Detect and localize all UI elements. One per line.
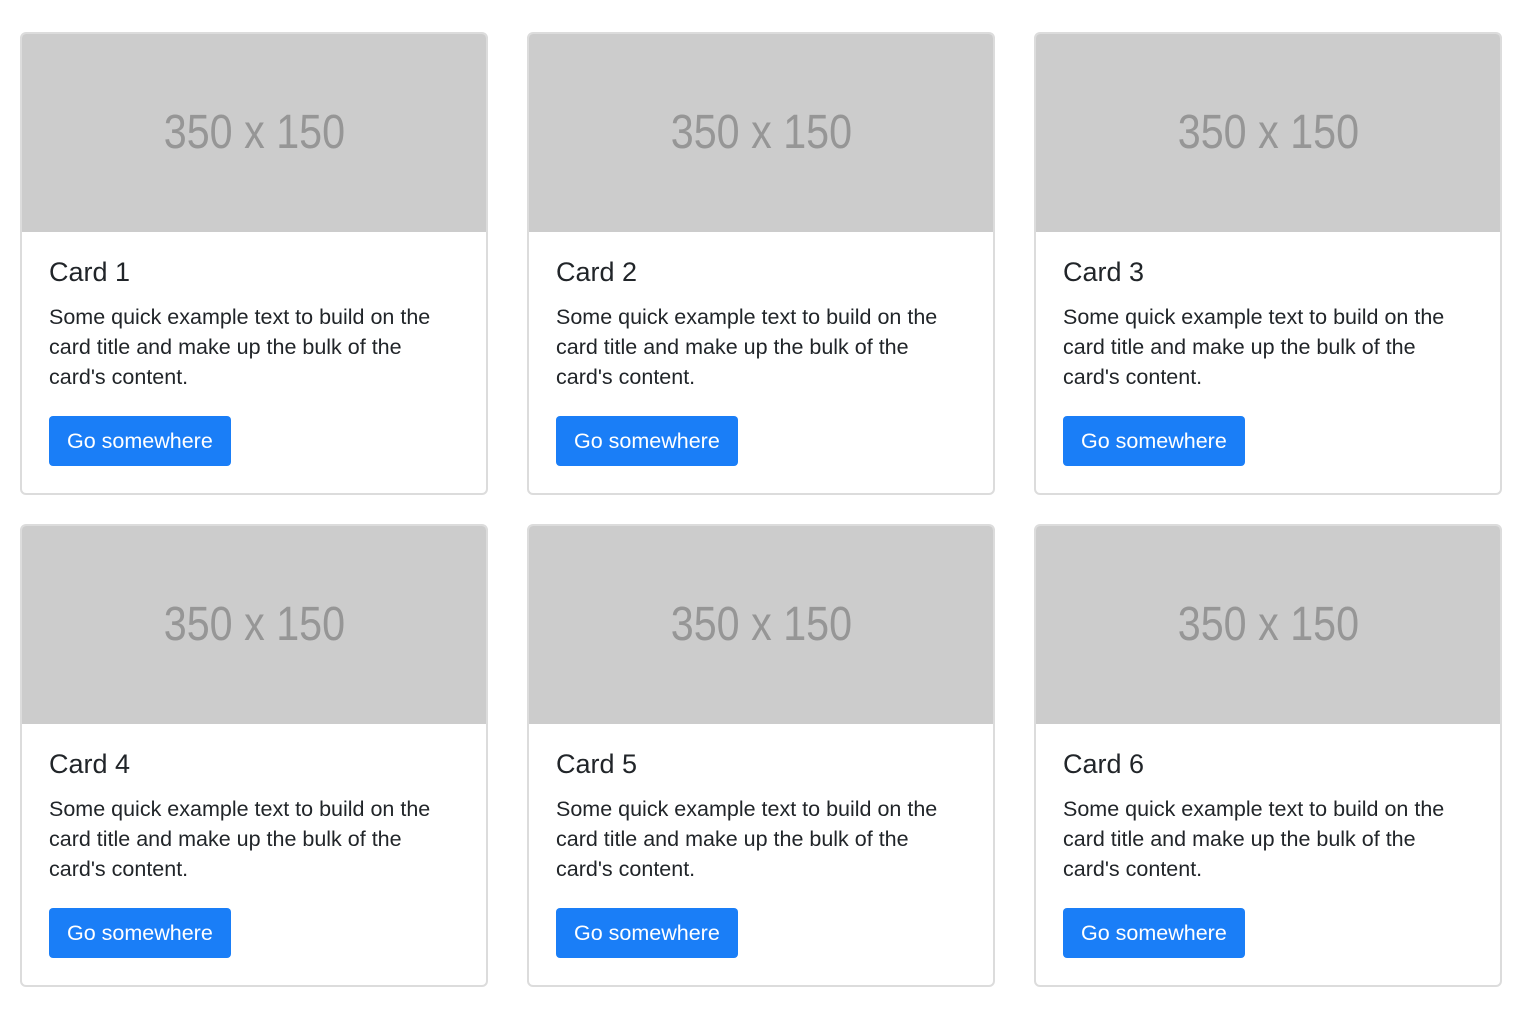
card-grid: 350 x 150 Card 1 Some quick example text… (20, 32, 1502, 987)
card-title: Card 5 (556, 749, 638, 779)
card-image-label: 350 x 150 (1177, 105, 1359, 159)
card: 350 x 150 Card 1 Some quick example text… (20, 32, 488, 495)
card: 350 x 150 Card 5 Some quick example text… (527, 524, 995, 987)
card-title: Card 1 (49, 257, 131, 287)
card-image-label: 350 x 150 (670, 597, 852, 651)
go-somewhere-button[interactable]: Go somewhere (556, 416, 738, 466)
card-body: Card 4 Some quick example text to build … (22, 724, 486, 958)
card-title: Card 2 (556, 257, 638, 287)
card-body: Card 3 Some quick example text to build … (1036, 232, 1500, 466)
card-image-placeholder: 350 x 150 (22, 34, 486, 232)
card-text: Some quick example text to build on the … (556, 305, 938, 389)
card: 350 x 150 Card 4 Some quick example text… (20, 524, 488, 987)
card-title: Card 3 (1063, 257, 1145, 287)
go-somewhere-button[interactable]: Go somewhere (49, 416, 231, 466)
card-body: Card 1 Some quick example text to build … (22, 232, 486, 466)
card-body: Card 2 Some quick example text to build … (529, 232, 993, 466)
go-somewhere-button[interactable]: Go somewhere (1063, 416, 1245, 466)
card-text: Some quick example text to build on the … (556, 797, 938, 881)
card-image-label: 350 x 150 (163, 105, 345, 159)
card-image-label: 350 x 150 (163, 597, 345, 651)
card-image-placeholder: 350 x 150 (1036, 34, 1500, 232)
card-image-placeholder: 350 x 150 (22, 526, 486, 724)
card-image-label: 350 x 150 (670, 105, 852, 159)
card-text: Some quick example text to build on the … (49, 305, 431, 389)
card-body: Card 6 Some quick example text to build … (1036, 724, 1500, 958)
card-text: Some quick example text to build on the … (1063, 305, 1445, 389)
card-image-placeholder: 350 x 150 (529, 526, 993, 724)
card-text: Some quick example text to build on the … (1063, 797, 1445, 881)
card-title: Card 4 (49, 749, 131, 779)
go-somewhere-button[interactable]: Go somewhere (1063, 908, 1245, 958)
card-title: Card 6 (1063, 749, 1145, 779)
card: 350 x 150 Card 2 Some quick example text… (527, 32, 995, 495)
card-image-placeholder: 350 x 150 (529, 34, 993, 232)
card: 350 x 150 Card 6 Some quick example text… (1034, 524, 1502, 987)
card-body: Card 5 Some quick example text to build … (529, 724, 993, 958)
go-somewhere-button[interactable]: Go somewhere (556, 908, 738, 958)
card: 350 x 150 Card 3 Some quick example text… (1034, 32, 1502, 495)
go-somewhere-button[interactable]: Go somewhere (49, 908, 231, 958)
card-image-label: 350 x 150 (1177, 597, 1359, 651)
card-text: Some quick example text to build on the … (49, 797, 431, 881)
card-image-placeholder: 350 x 150 (1036, 526, 1500, 724)
